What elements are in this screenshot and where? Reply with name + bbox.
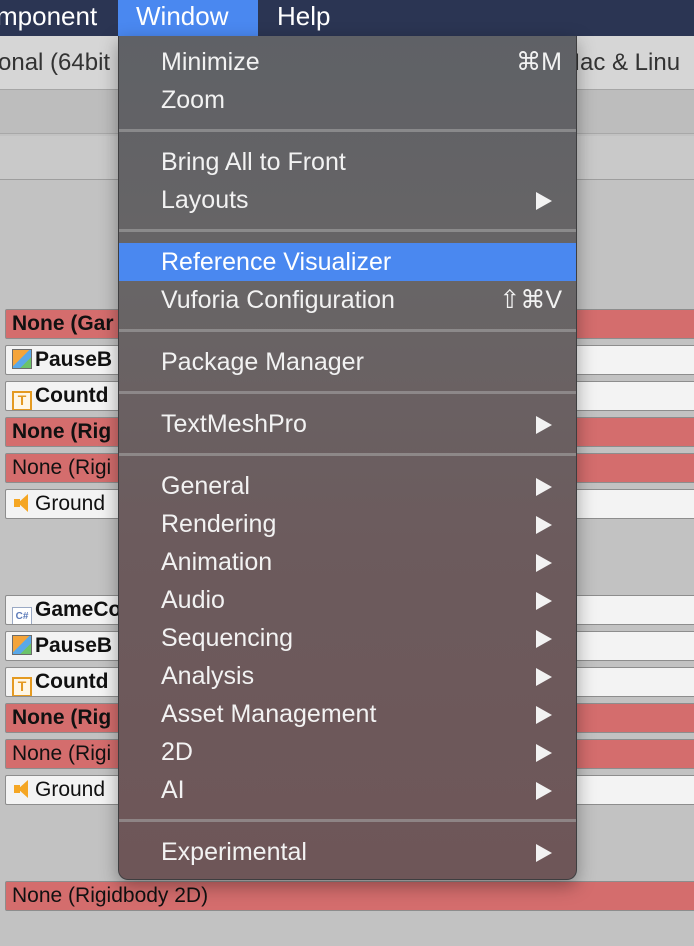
submenu-arrow-icon xyxy=(536,668,552,686)
object-field-label: PauseB xyxy=(35,634,113,657)
object-field-label: None (Rigi xyxy=(12,742,112,765)
submenu-arrow-icon xyxy=(536,192,552,210)
object-field-label: GameCo xyxy=(35,598,122,621)
submenu-arrow-icon xyxy=(536,744,552,762)
menu-item-label: TextMeshPro xyxy=(161,410,307,438)
cube-icon xyxy=(12,349,32,369)
platform-label-right: Mac & Linu xyxy=(560,49,681,76)
submenu-arrow-icon xyxy=(536,782,552,800)
menu-component[interactable]: mponent xyxy=(0,0,115,36)
object-field-label: None (Rig xyxy=(12,420,112,443)
menu-item-label: 2D xyxy=(161,738,193,766)
text-icon: T xyxy=(12,391,32,410)
menu-item-minimize[interactable]: Minimize ⌘M xyxy=(119,43,576,81)
menu-item-2d[interactable]: 2D xyxy=(119,733,576,771)
object-field-label: Ground xyxy=(35,778,106,801)
submenu-arrow-icon xyxy=(536,416,552,434)
object-field-label: Ground xyxy=(35,492,106,515)
menu-separator xyxy=(119,819,576,822)
text-icon: T xyxy=(12,677,32,696)
menu-item-package-manager[interactable]: Package Manager xyxy=(119,343,576,381)
menu-item-shortcut: ⌘M xyxy=(516,48,562,76)
submenu-arrow-icon xyxy=(536,706,552,724)
menu-item-asset-management[interactable]: Asset Management xyxy=(119,695,576,733)
speaker-icon xyxy=(12,493,32,513)
menu-item-vuforia-configuration[interactable]: Vuforia Configuration ⇧⌘V xyxy=(119,281,576,319)
menu-item-label: Analysis xyxy=(161,662,255,690)
menu-item-label: Experimental xyxy=(161,838,307,866)
menu-item-label: Rendering xyxy=(161,510,277,538)
menu-item-sequencing[interactable]: Sequencing xyxy=(119,619,576,657)
menu-item-textmeshpro[interactable]: TextMeshPro xyxy=(119,405,576,443)
object-field-label: None (Rigidbody 2D) xyxy=(12,884,209,907)
speaker-icon xyxy=(12,779,32,799)
menu-item-experimental[interactable]: Experimental xyxy=(119,833,576,871)
none-object-field[interactable]: None (Rigidbody 2D) xyxy=(5,881,694,911)
menu-item-ai[interactable]: AI xyxy=(119,771,576,809)
menu-item-rendering[interactable]: Rendering xyxy=(119,505,576,543)
menu-item-label: Bring All to Front xyxy=(161,148,346,176)
menu-item-analysis[interactable]: Analysis xyxy=(119,657,576,695)
object-field-label: None (Gar xyxy=(12,312,114,335)
menu-window[interactable]: Window xyxy=(118,0,258,36)
menu-bar: mponent Window Help xyxy=(0,0,694,36)
menu-item-label: Audio xyxy=(161,586,225,614)
menu-item-label: Reference Visualizer xyxy=(161,248,392,276)
menu-item-label: Zoom xyxy=(161,86,225,114)
menu-item-label: Animation xyxy=(161,548,273,576)
script-icon: C# xyxy=(12,607,32,624)
cube-icon xyxy=(12,635,32,655)
menu-item-audio[interactable]: Audio xyxy=(119,581,576,619)
menu-item-label: Sequencing xyxy=(161,624,294,652)
object-field-label: None (Rigi xyxy=(12,456,112,479)
submenu-arrow-icon xyxy=(536,630,552,648)
window-dropdown-menu: Minimize ⌘M Zoom Bring All to Front Layouts R… xyxy=(118,36,577,880)
menu-item-general[interactable]: General xyxy=(119,467,576,505)
platform-label: onal (64bit xyxy=(0,49,111,76)
menu-item-zoom[interactable]: Zoom xyxy=(119,81,576,119)
object-field-label: Countd xyxy=(35,670,109,693)
menu-item-label: Layouts xyxy=(161,186,249,214)
menu-item-label: Asset Management xyxy=(161,700,377,728)
menu-separator xyxy=(119,391,576,394)
submenu-arrow-icon xyxy=(536,844,552,862)
menu-help[interactable]: Help xyxy=(277,0,348,36)
submenu-arrow-icon xyxy=(536,592,552,610)
menu-separator xyxy=(119,329,576,332)
menu-item-label: Package Manager xyxy=(161,348,364,376)
object-field-label: Countd xyxy=(35,384,109,407)
menu-item-shortcut: ⇧⌘V xyxy=(499,286,562,314)
menu-item-layouts[interactable]: Layouts xyxy=(119,181,576,219)
menu-item-reference-visualizer[interactable]: Reference Visualizer xyxy=(119,243,576,281)
menu-separator xyxy=(119,453,576,456)
menu-item-label: General xyxy=(161,472,250,500)
object-field-label: PauseB xyxy=(35,348,113,371)
menu-separator xyxy=(119,229,576,232)
menu-item-label: AI xyxy=(161,776,185,804)
object-field-label: None (Rig xyxy=(12,706,112,729)
menu-item-label: Vuforia Configuration xyxy=(161,286,395,314)
submenu-arrow-icon xyxy=(536,516,552,534)
menu-separator xyxy=(119,129,576,132)
menu-item-animation[interactable]: Animation xyxy=(119,543,576,581)
submenu-arrow-icon xyxy=(536,554,552,572)
menu-item-bring-all-to-front[interactable]: Bring All to Front xyxy=(119,143,576,181)
submenu-arrow-icon xyxy=(536,478,552,496)
menu-item-label: Minimize xyxy=(161,48,260,76)
